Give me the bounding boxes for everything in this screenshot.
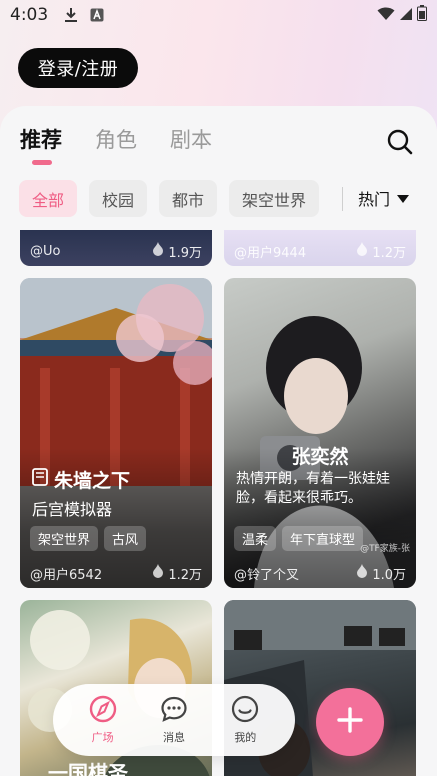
flame-icon xyxy=(356,242,368,260)
card-likes-count: 1.2万 xyxy=(372,245,406,261)
nav-item-profile[interactable]: 我的 xyxy=(231,695,259,745)
card-tags: 架空世界 古风 xyxy=(30,526,147,551)
tab-label: 角色 xyxy=(95,128,137,152)
card-description: 热情开朗，有着一张娃娃脸，看起来很乖巧。 xyxy=(236,471,390,506)
smile-icon xyxy=(231,695,259,726)
card-title-row: 朱墙之下 xyxy=(32,466,130,493)
card-title: 一国棋圣 xyxy=(48,761,128,776)
app-notification-icon xyxy=(90,8,104,22)
signal-icon xyxy=(399,6,413,25)
caret-down-icon xyxy=(396,189,410,208)
search-icon[interactable] xyxy=(386,128,414,156)
card-likes: 1.9万 xyxy=(152,242,202,261)
story-card[interactable]: @Uo 1.9万 xyxy=(20,230,212,266)
chat-icon xyxy=(160,695,188,726)
sort-label: 热门 xyxy=(358,190,391,209)
card-likes-count: 1.0万 xyxy=(372,567,406,583)
sort-dropdown[interactable]: 热门 xyxy=(358,186,410,210)
category-filters: 全部 校园 都市 架空世界 xyxy=(19,180,320,217)
wifi-icon xyxy=(377,6,395,25)
tab-label: 剧本 xyxy=(170,128,212,152)
tab-script[interactable]: 剧本 xyxy=(170,124,212,154)
image-watermark: @TF家族-张 xyxy=(360,544,410,554)
card-meta: @铃了个叉 1.0万 xyxy=(224,558,416,588)
card-author: @Uo xyxy=(30,243,61,259)
tab-active-indicator xyxy=(32,160,52,165)
tab-recommend[interactable]: 推荐 xyxy=(20,124,62,165)
card-author: @用户9444 xyxy=(234,245,307,261)
nav-item-messages[interactable]: 消息 xyxy=(160,695,188,745)
card-author: @铃了个叉 xyxy=(234,567,300,583)
story-card[interactable]: @用户9444 1.2万 xyxy=(224,230,416,266)
plus-icon xyxy=(336,706,364,738)
bottom-nav: 广场 消息 我的 xyxy=(53,684,295,756)
tab-character[interactable]: 角色 xyxy=(95,124,137,154)
card-subtitle: 后宫模拟器 xyxy=(32,500,113,519)
status-bar: 4:03 xyxy=(0,0,437,30)
flame-icon xyxy=(356,564,368,582)
status-time: 4:03 xyxy=(10,5,49,25)
card-meta: @Uo 1.9万 xyxy=(20,236,212,266)
battery-icon xyxy=(417,5,427,25)
filter-chip-all[interactable]: 全部 xyxy=(19,180,78,217)
card-meta: @用户6542 1.2万 xyxy=(20,558,212,588)
story-card-portrait[interactable]: 张奕然 热情开朗，有着一张娃娃脸，看起来很乖巧。 温柔 年下直球型 @TF家族-… xyxy=(224,278,416,588)
nav-item-plaza[interactable]: 广场 xyxy=(89,695,117,745)
card-author: @用户6542 xyxy=(30,567,103,583)
card-tag: 架空世界 xyxy=(30,526,99,551)
filter-divider xyxy=(342,187,343,211)
compass-icon xyxy=(89,695,117,726)
nav-label: 广场 xyxy=(91,731,114,744)
card-tag: 年下直球型 xyxy=(282,526,364,551)
card-likes: 1.0万 xyxy=(356,564,406,583)
download-icon xyxy=(64,7,78,23)
filter-chip-campus[interactable]: 校园 xyxy=(89,180,148,217)
nav-label: 消息 xyxy=(162,731,185,744)
story-card-palace[interactable]: 朱墙之下 后宫模拟器 架空世界 古风 @用户6542 1.2万 xyxy=(20,278,212,588)
card-likes-count: 1.2万 xyxy=(168,567,202,583)
tab-label: 推荐 xyxy=(20,128,62,152)
card-meta: @用户9444 1.2万 xyxy=(224,236,416,266)
card-tags: 温柔 年下直球型 xyxy=(234,526,364,551)
card-likes: 1.2万 xyxy=(356,242,406,261)
card-title: 朱墙之下 xyxy=(54,470,131,492)
card-tag: 温柔 xyxy=(234,526,277,551)
card-likes-count: 1.9万 xyxy=(168,245,202,261)
create-plus-button[interactable] xyxy=(316,688,384,756)
nav-label: 我的 xyxy=(234,731,257,744)
card-likes: 1.2万 xyxy=(152,564,202,583)
book-icon xyxy=(32,468,48,491)
flame-icon xyxy=(152,564,164,582)
top-tabs: 推荐 角色 剧本 xyxy=(20,124,212,165)
flame-icon xyxy=(152,242,164,260)
filter-chip-city[interactable]: 都市 xyxy=(159,180,218,217)
character-name: 张奕然 xyxy=(291,446,349,468)
filter-chip-fantasy-world[interactable]: 架空世界 xyxy=(229,180,320,217)
login-register-button[interactable]: 登录/注册 xyxy=(18,48,138,88)
card-tag: 古风 xyxy=(104,526,147,551)
